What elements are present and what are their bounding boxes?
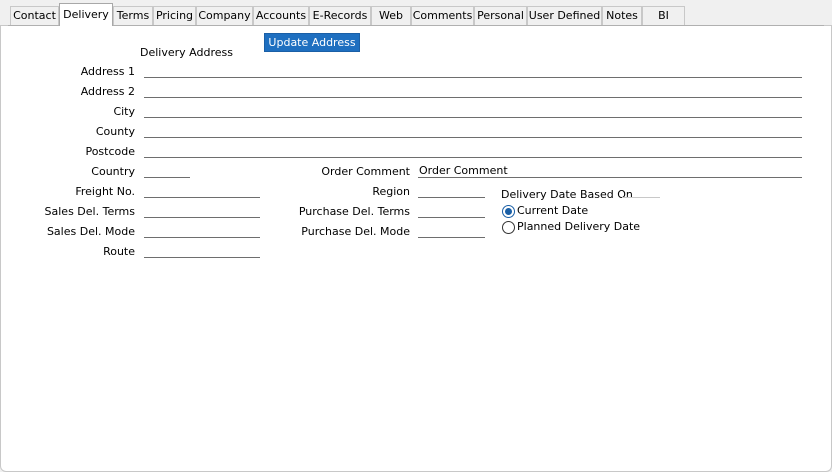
sales-del-mode-label: Sales Del. Mode [46, 225, 135, 238]
freight-no-field[interactable] [144, 184, 260, 198]
address1-label: Address 1 [80, 65, 135, 78]
city-label: City [113, 105, 135, 118]
sales-del-terms-label: Sales Del. Terms [44, 205, 135, 218]
country-label: Country [91, 165, 135, 178]
sales-del-mode-field[interactable] [144, 224, 260, 238]
tab-delivery[interactable]: Delivery [59, 3, 113, 26]
current-date-label[interactable]: Current Date [517, 204, 588, 218]
update-address-button[interactable]: Update Address [264, 33, 360, 52]
tab-bi[interactable]: BI [642, 6, 685, 25]
tab-bar: Contact Delivery Terms Pricing Company A… [0, 0, 832, 26]
tab-accounts[interactable]: Accounts [253, 6, 309, 25]
planned-delivery-date-radio[interactable] [502, 221, 515, 234]
route-label: Route [103, 245, 135, 258]
county-field[interactable] [144, 124, 802, 138]
route-field[interactable] [144, 244, 260, 258]
postcode-label: Postcode [85, 145, 135, 158]
tab-comments[interactable]: Comments [411, 6, 474, 25]
delivery-date-group-label: Delivery Date Based On [501, 188, 633, 201]
address2-field[interactable] [144, 84, 802, 98]
city-field[interactable] [144, 104, 802, 118]
delivery-address-header: Delivery Address [140, 46, 233, 59]
tab-notes[interactable]: Notes [602, 6, 642, 25]
tab-terms[interactable]: Terms [113, 6, 153, 25]
purchase-del-terms-field[interactable] [418, 204, 485, 218]
tab-personal[interactable]: Personal [474, 6, 527, 25]
panel-divider [8, 25, 824, 26]
postcode-field[interactable] [144, 144, 802, 158]
tab-web[interactable]: Web [371, 6, 411, 25]
planned-delivery-date-label[interactable]: Planned Delivery Date [517, 220, 640, 234]
purchase-del-mode-label: Purchase Del. Mode [301, 225, 410, 238]
tab-user-defined[interactable]: User Defined [527, 6, 602, 25]
purchase-del-mode-field[interactable] [418, 224, 485, 238]
freight-no-label: Freight No. [75, 185, 135, 198]
order-comment-field[interactable]: Order Comment [418, 164, 802, 178]
country-field[interactable] [144, 164, 190, 178]
current-date-radio[interactable] [502, 205, 515, 218]
tab-contact[interactable]: Contact [10, 6, 59, 25]
county-label: County [95, 125, 135, 138]
tab-pricing[interactable]: Pricing [153, 6, 196, 25]
purchase-del-terms-label: Purchase Del. Terms [298, 205, 410, 218]
sales-del-terms-field[interactable] [144, 204, 260, 218]
tab-company[interactable]: Company [196, 6, 253, 25]
address2-label: Address 2 [80, 85, 135, 98]
tab-erecords[interactable]: E-Records [309, 6, 371, 25]
region-field[interactable] [418, 184, 485, 198]
group-line [622, 197, 660, 198]
order-comment-label: Order Comment [321, 165, 410, 178]
address1-field[interactable] [144, 64, 802, 78]
region-label: Region [372, 185, 410, 198]
